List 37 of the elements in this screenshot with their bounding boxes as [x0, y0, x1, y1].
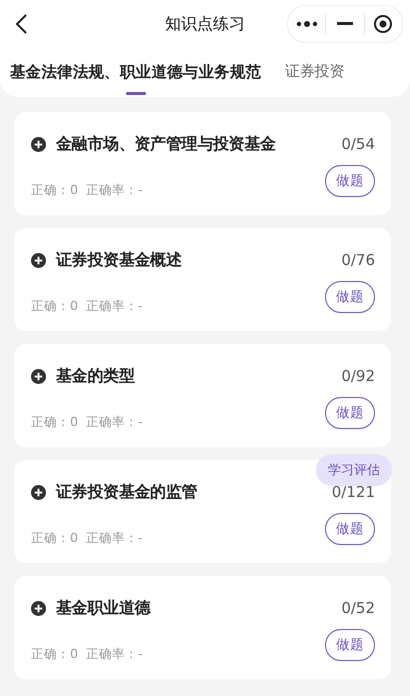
practice-button[interactable]: 做题: [325, 513, 375, 545]
progress-count: 0/54: [341, 135, 375, 153]
chapter-title: 基金职业道德: [56, 598, 150, 618]
practice-button[interactable]: 做题: [325, 397, 375, 429]
plus-icon[interactable]: [31, 484, 46, 500]
assessment-button[interactable]: 学习评估: [316, 454, 392, 486]
plus-icon[interactable]: [31, 252, 46, 268]
progress-count: 0/52: [341, 599, 375, 617]
chapter-title: 证券投资基金的监管: [56, 482, 198, 502]
progress-count: 0/92: [341, 367, 375, 385]
correct-count: 正确：0: [31, 646, 78, 662]
minimize-icon: [336, 22, 353, 26]
target-icon: [373, 14, 394, 34]
chapter-title: 证券投资基金概述: [56, 250, 182, 270]
accuracy-rate: 正确率：-: [86, 182, 142, 198]
accuracy-rate: 正确率：-: [86, 530, 142, 546]
window-title: 知识点练习: [165, 14, 245, 32]
plus-icon[interactable]: [31, 600, 46, 616]
progress-count: 0/76: [341, 251, 375, 269]
correct-count: 正确：0: [31, 182, 78, 198]
tab[interactable]: 证券投资: [285, 48, 344, 97]
correct-count: 正确：0: [31, 414, 78, 430]
progress-count: 0/121: [332, 483, 375, 501]
tab[interactable]: 基金法律法规、职业道德与业务规范: [10, 48, 262, 97]
accuracy-rate: 正确率：-: [86, 298, 142, 314]
practice-button[interactable]: 做题: [325, 281, 375, 313]
accuracy-rate: 正确率：-: [86, 414, 142, 430]
correct-count: 正确：0: [31, 530, 78, 546]
plus-icon[interactable]: [31, 368, 46, 384]
accuracy-rate: 正确率：-: [86, 646, 142, 662]
plus-icon[interactable]: [31, 136, 46, 152]
chapter-title: 金融市场、资产管理与投资基金: [56, 134, 276, 154]
practice-button[interactable]: 做题: [325, 165, 375, 197]
more-dots-icon: [296, 21, 318, 27]
correct-count: 正确：0: [31, 298, 78, 314]
chapter-title: 基金的类型: [56, 366, 135, 386]
practice-button[interactable]: 做题: [325, 629, 375, 661]
